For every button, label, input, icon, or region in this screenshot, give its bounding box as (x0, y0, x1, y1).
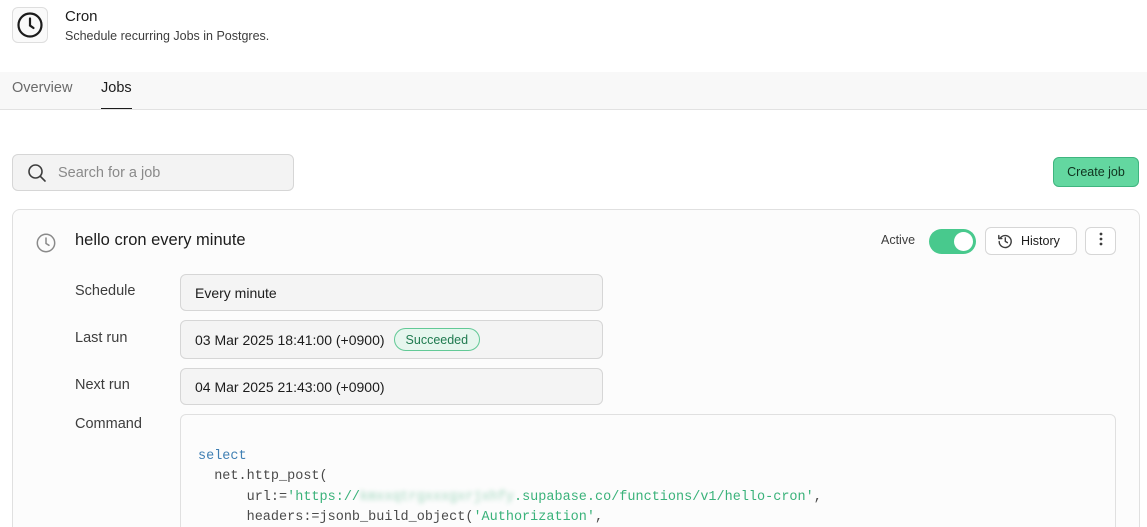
page-header: Cron Schedule recurring Jobs in Postgres… (0, 0, 1147, 72)
redacted-text: kmxxqtrgxxxgxrjxhfy (360, 489, 514, 505)
code-punct: , (813, 489, 822, 505)
code-punct: , (594, 509, 604, 525)
tab-jobs[interactable]: Jobs (101, 80, 132, 109)
clock-icon (36, 233, 56, 253)
create-job-button[interactable]: Create job (1053, 157, 1139, 187)
history-button[interactable]: History (985, 227, 1077, 255)
more-options-button[interactable] (1085, 227, 1116, 255)
code-string: 'Authorization' (473, 509, 595, 525)
code-line: url:= (198, 489, 288, 505)
clock-icon (12, 7, 48, 43)
tab-bar: Overview Jobs (0, 72, 1147, 110)
schedule-label: Schedule (75, 283, 136, 299)
vertical-dots-icon (1099, 232, 1103, 251)
command-label: Command (75, 416, 142, 432)
schedule-field: Every minute (180, 274, 603, 311)
page-subtitle: Schedule recurring Jobs in Postgres. (65, 29, 270, 43)
toggle-knob (954, 232, 973, 251)
code-string: 'https:// (287, 489, 361, 505)
search-icon (27, 163, 47, 183)
last-run-label: Last run (75, 330, 128, 346)
search-box (12, 154, 294, 191)
status-badge: Succeeded (393, 328, 481, 351)
tab-overview[interactable]: Overview (12, 80, 72, 109)
history-icon (997, 233, 1013, 249)
command-code: select net.http_post( url:='https://kmxx… (198, 447, 822, 527)
code-keyword: select (198, 449, 247, 464)
last-run-field: 03 Mar 2025 18:41:00 (+0900) Succeeded (180, 320, 603, 359)
command-editor[interactable]: select net.http_post( url:='https://kmxx… (180, 414, 1116, 527)
active-toggle[interactable] (929, 229, 976, 254)
history-label: History (1021, 234, 1060, 248)
next-run-field: 04 Mar 2025 21:43:00 (+0900) (180, 368, 603, 405)
job-title: hello cron every minute (75, 231, 246, 249)
next-run-value: 04 Mar 2025 21:43:00 (+0900) (195, 378, 385, 395)
schedule-value: Every minute (195, 284, 277, 301)
code-string: .supabase.co/functions/v1/hello-cron' (513, 489, 814, 505)
last-run-value: 03 Mar 2025 18:41:00 (+0900) (195, 331, 385, 348)
code-line: headers:=jsonb_build_object( (198, 509, 474, 525)
active-label: Active (881, 233, 916, 247)
code-line: net.http_post( (198, 469, 328, 485)
page-title: Cron (65, 8, 98, 25)
search-input[interactable] (58, 164, 278, 181)
next-run-label: Next run (75, 377, 130, 393)
